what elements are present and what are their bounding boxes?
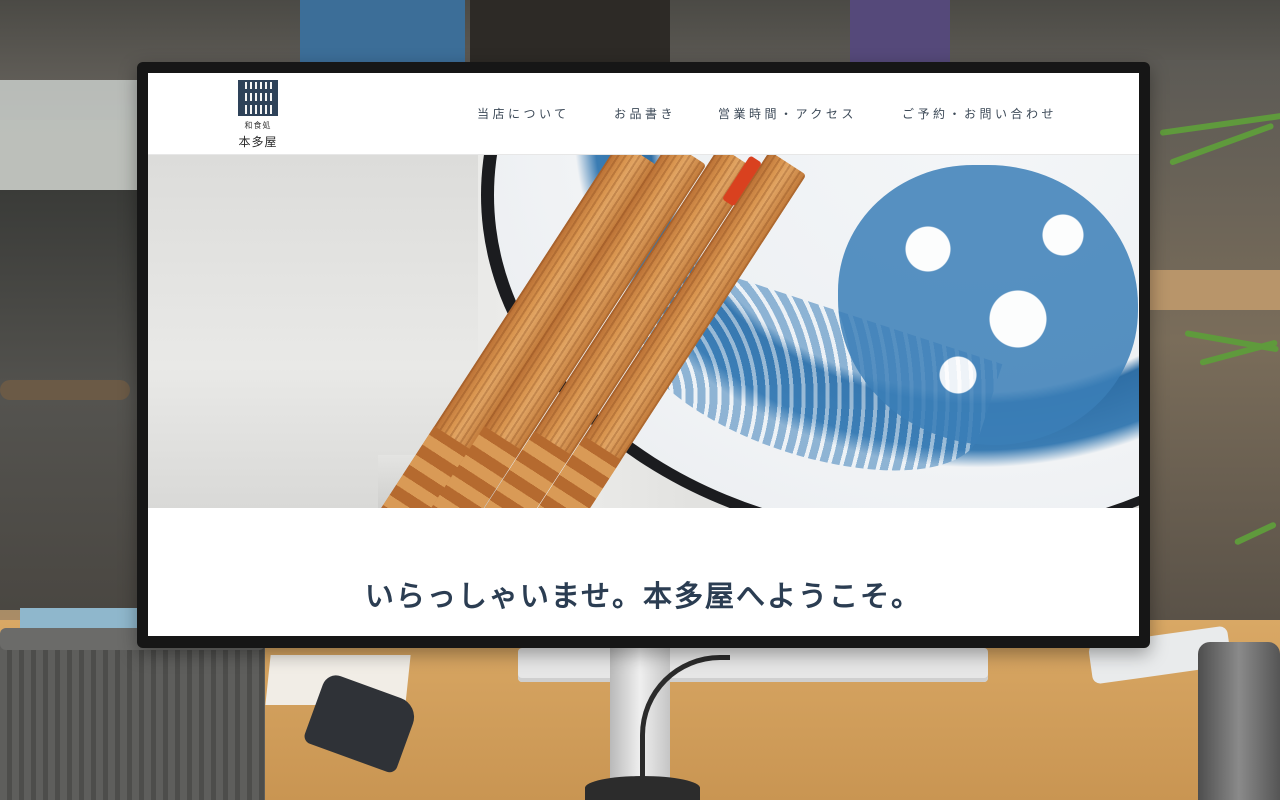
background-chair	[0, 380, 130, 400]
nav-item-menu[interactable]: お品書き	[614, 105, 676, 122]
nav-item-reservation-contact[interactable]: ご予約・お問い合わせ	[902, 105, 1057, 122]
monitor: 和食処 本多屋 当店について お品書き 営業時間・アクセス ご予約・お問い合わせ	[137, 62, 1150, 648]
logo-name: 本多屋	[238, 135, 278, 149]
dark-panel	[470, 0, 670, 62]
monitor-stand-base	[585, 776, 700, 800]
glass-wall	[0, 80, 140, 190]
hero-image	[148, 155, 1139, 508]
desk-notebook	[20, 608, 140, 630]
website-screen: 和食処 本多屋 当店について お品書き 営業時間・アクセス ご予約・お問い合わせ	[148, 73, 1139, 636]
keyboard	[518, 648, 988, 682]
welcome-heading: いらっしゃいませ。本多屋へようこそ。	[364, 579, 923, 613]
desk-organizer	[0, 630, 265, 800]
lattice-logo-icon	[238, 80, 278, 116]
coffee-grinder	[1198, 642, 1280, 800]
purple-panel	[850, 0, 950, 62]
background-right-desk	[1150, 270, 1280, 310]
nav-item-about[interactable]: 当店について	[477, 105, 570, 122]
logo-subtitle: 和食処	[244, 121, 272, 130]
site-logo[interactable]: 和食処 本多屋	[234, 80, 282, 150]
blue-panel	[300, 0, 465, 62]
site-header: 和食処 本多屋 当店について お品書き 営業時間・アクセス ご予約・お問い合わせ	[148, 73, 1139, 155]
background-shelf	[0, 190, 140, 610]
nav-item-hours-access[interactable]: 営業時間・アクセス	[718, 105, 857, 122]
